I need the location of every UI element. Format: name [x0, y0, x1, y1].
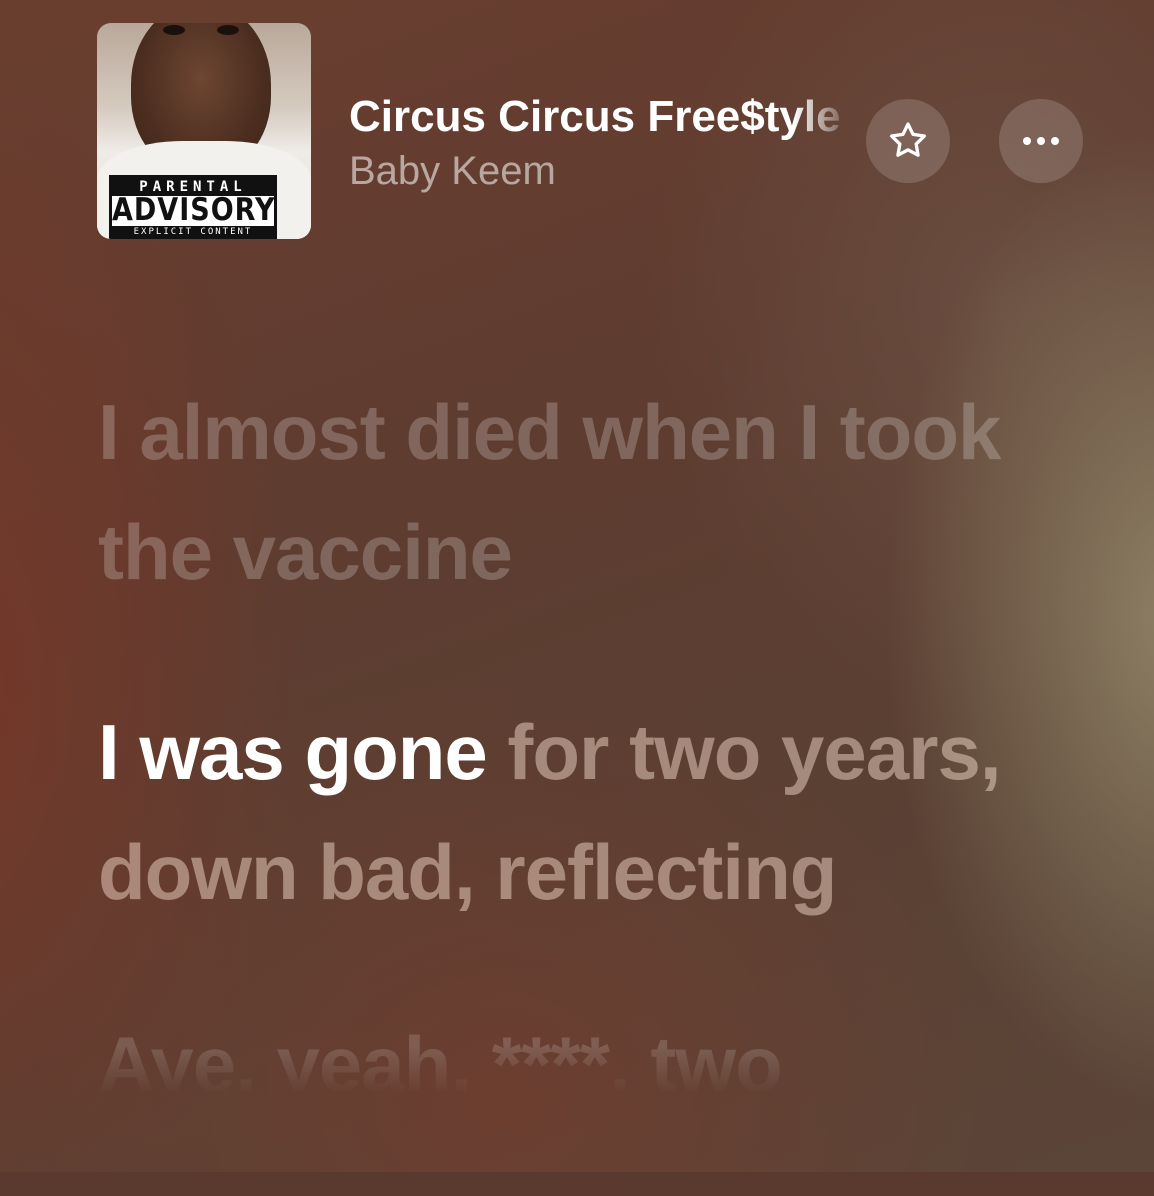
lyrics-view[interactable]: I almost died when I took the vaccine I … — [98, 372, 1098, 1196]
artwork-eye — [163, 25, 185, 35]
now-playing-header: PARENTAL ADVISORY EXPLICIT CONTENT Circu… — [0, 0, 1154, 260]
artwork-eye — [217, 25, 239, 35]
star-outline-icon — [890, 122, 926, 157]
more-options-button[interactable] — [999, 99, 1083, 183]
lyric-line-current[interactable]: I was gone for two years, down bad, refl… — [98, 692, 1098, 932]
artist-name[interactable]: Baby Keem — [349, 149, 556, 194]
song-title[interactable]: Circus Circus Free$tyle — [349, 92, 854, 142]
ellipsis-icon — [1023, 137, 1059, 145]
lyric-sung-portion: I was gone — [98, 708, 488, 796]
pa-label-main: ADVISORY — [112, 192, 276, 229]
parental-advisory-label: PARENTAL ADVISORY EXPLICIT CONTENT — [109, 175, 277, 239]
lyric-line-upcoming[interactable]: Aye, yeah, ****, two — [98, 1004, 1098, 1124]
lyric-line-past[interactable]: I almost died when I took the vaccine — [98, 372, 1098, 612]
album-artwork[interactable]: PARENTAL ADVISORY EXPLICIT CONTENT — [97, 23, 311, 239]
favorite-button[interactable] — [866, 99, 950, 183]
